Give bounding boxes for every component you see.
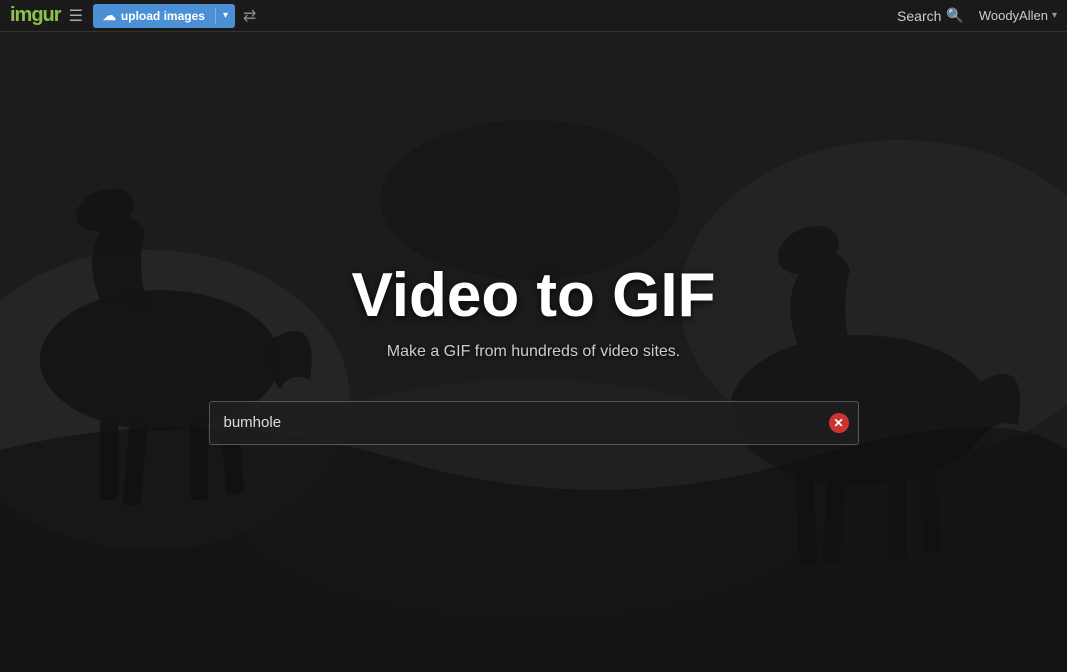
upload-button-group: ☁ upload images ▾ <box>93 4 235 28</box>
clear-icon: ✕ <box>833 417 843 429</box>
navbar: imgur ☰ ☁ upload images ▾ ⇄ Search 🔍 Woo… <box>0 0 1067 32</box>
main-content: Video to GIF Make a GIF from hundreds of… <box>0 32 1067 672</box>
search-label: Search <box>897 8 941 24</box>
username-label: WoodyAllen <box>979 8 1048 23</box>
user-menu[interactable]: WoodyAllen ▾ <box>979 8 1057 23</box>
hamburger-menu-button[interactable]: ☰ <box>69 6 83 26</box>
cloud-upload-icon: ☁ <box>103 8 116 24</box>
hamburger-icon: ☰ <box>69 6 83 26</box>
logo-text: imgur <box>10 4 61 27</box>
upload-dropdown-button[interactable]: ▾ <box>216 10 235 21</box>
shuffle-button[interactable]: ⇄ <box>243 6 256 26</box>
clear-input-button[interactable]: ✕ <box>829 413 849 433</box>
url-input-wrapper: ✕ <box>209 401 859 445</box>
shuffle-icon: ⇄ <box>243 8 256 25</box>
upload-button-label: upload images <box>121 9 205 23</box>
chevron-down-icon: ▾ <box>223 10 228 21</box>
search-icon: 🔍 <box>946 7 963 24</box>
logo[interactable]: imgur <box>10 4 61 27</box>
url-input[interactable] <box>209 401 859 445</box>
page-title: Video to GIF <box>352 260 716 331</box>
search-button[interactable]: Search 🔍 <box>897 7 964 24</box>
upload-button[interactable]: ☁ upload images <box>93 8 215 24</box>
user-chevron-icon: ▾ <box>1052 10 1057 21</box>
page-subtitle: Make a GIF from hundreds of video sites. <box>387 343 680 361</box>
